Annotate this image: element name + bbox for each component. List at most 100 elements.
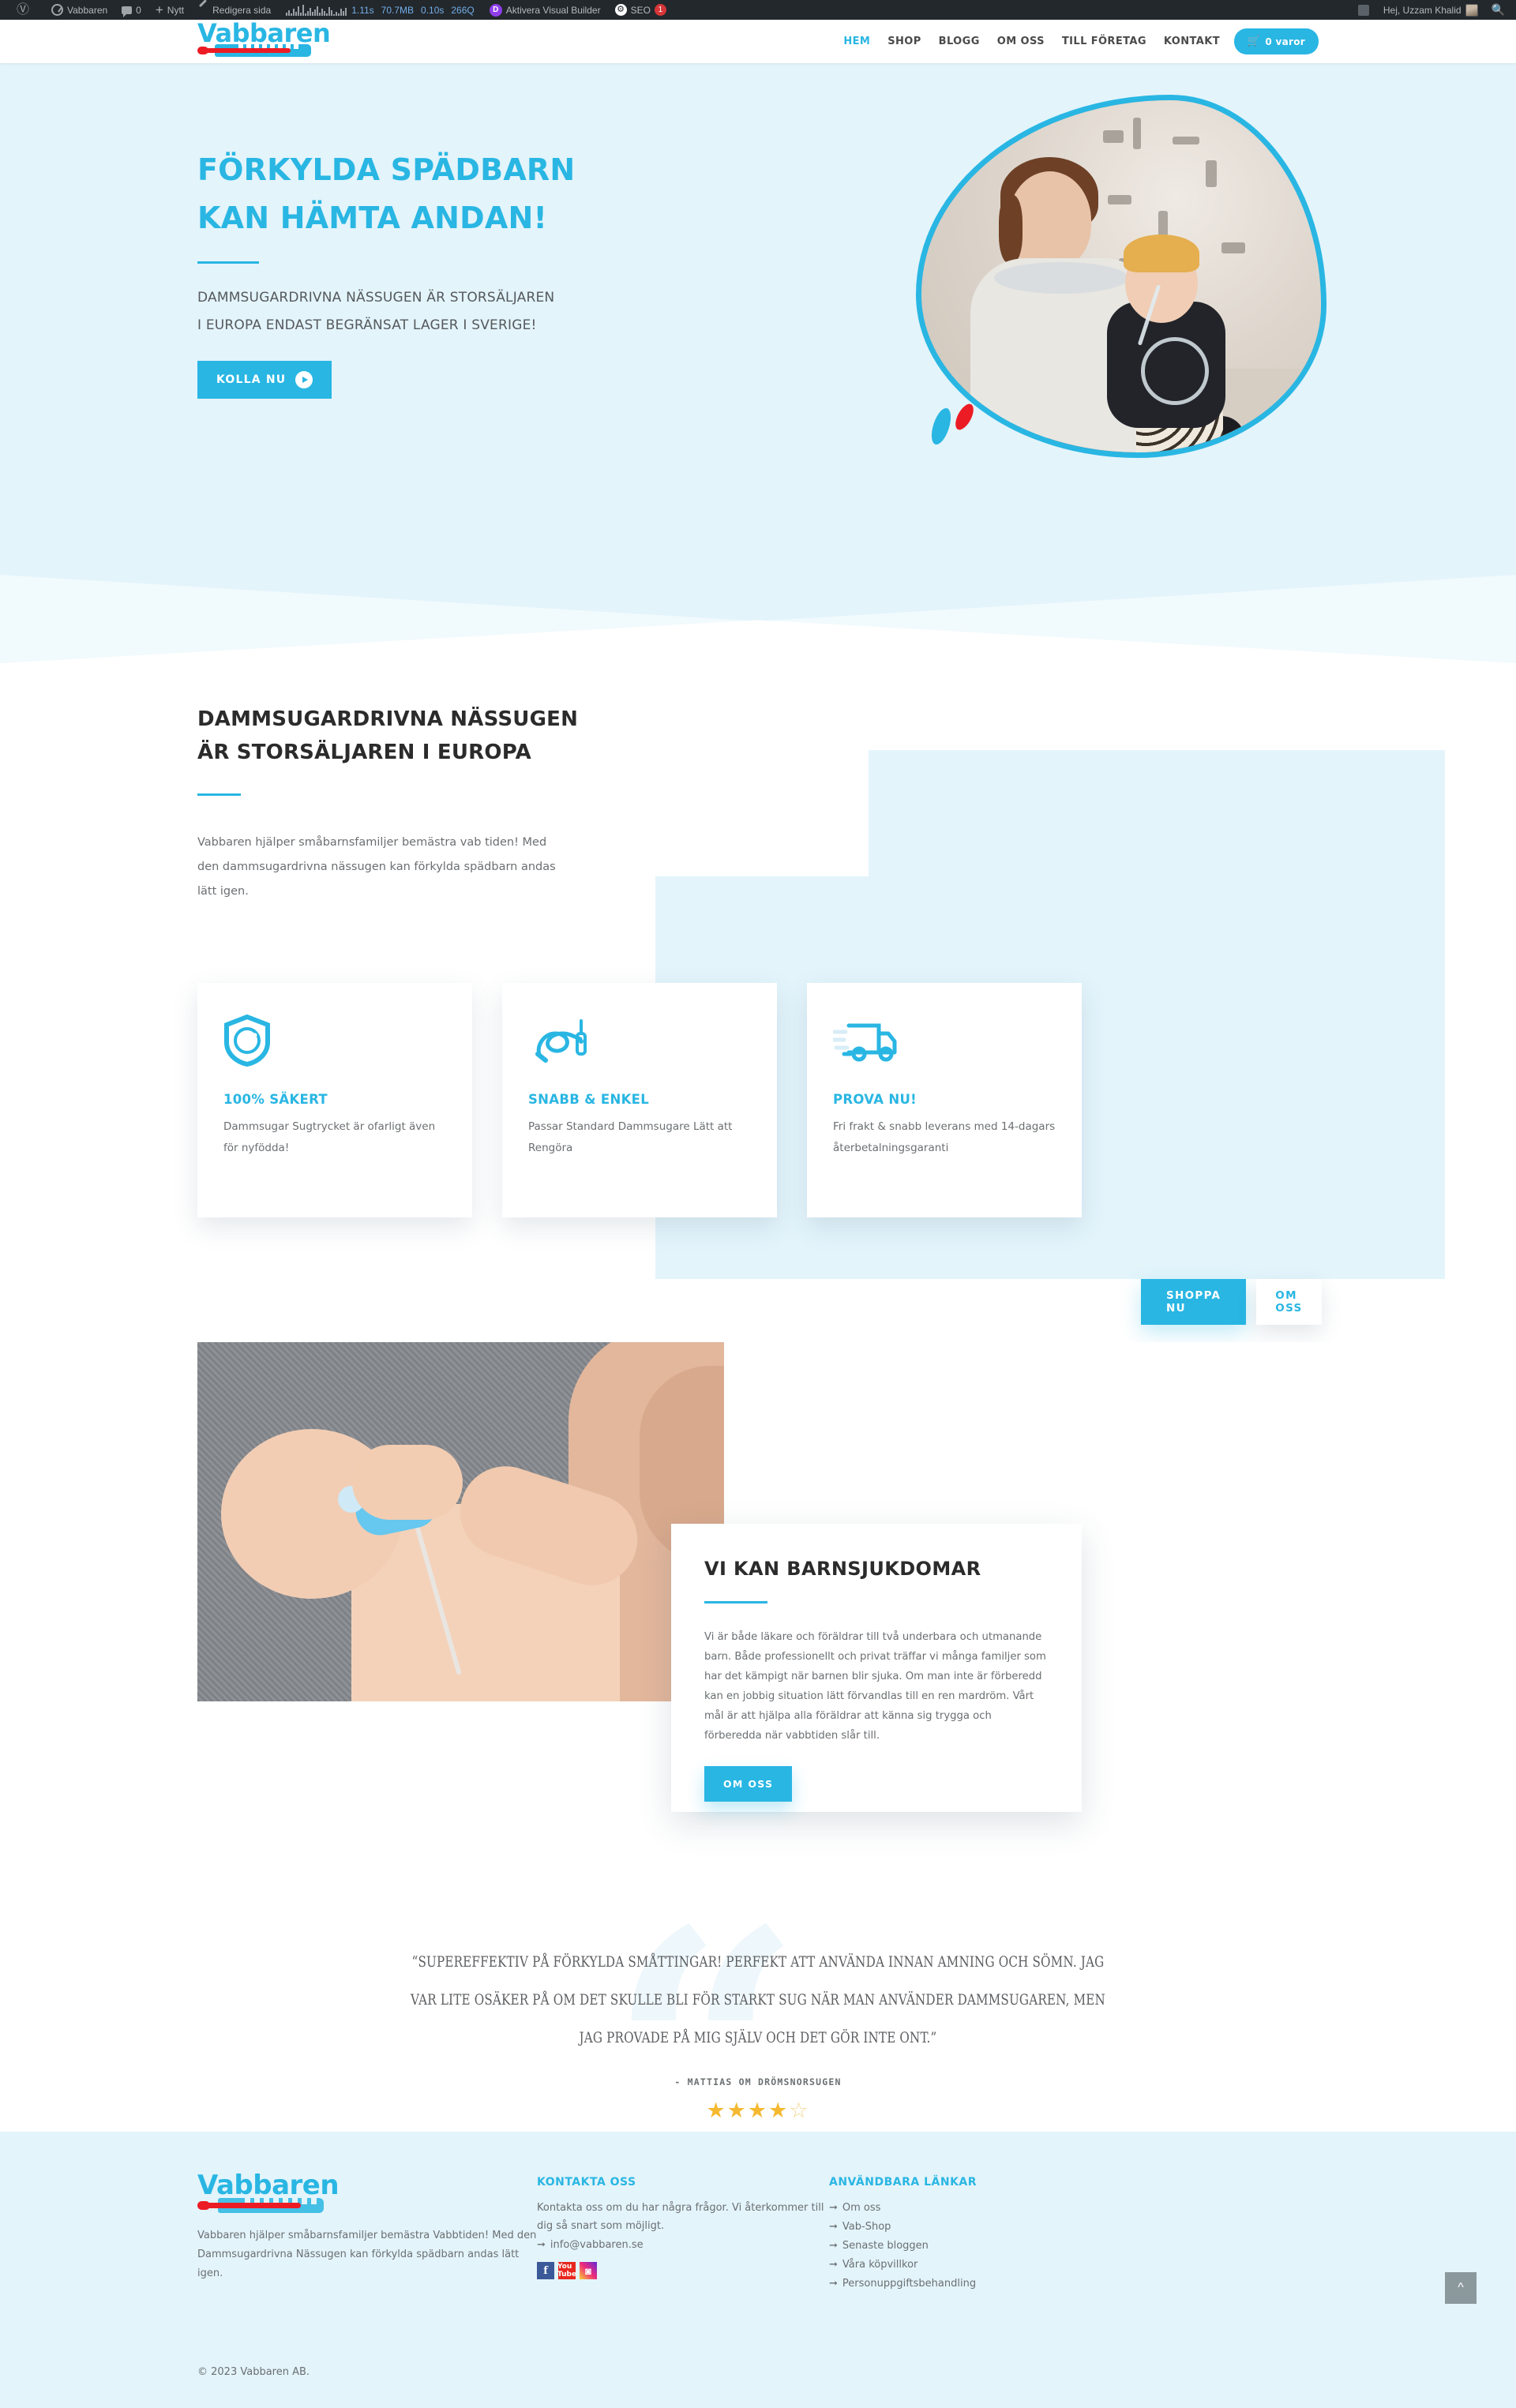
feature-card[interactable]: 100% SÄKERT Dammsugar Sugtrycket är ofar… (197, 983, 472, 1217)
nav-item-hem[interactable]: HEM (843, 36, 870, 47)
adminbar-visual-builder[interactable]: D Aktivera Visual Builder (482, 0, 608, 20)
adminbar-comment-count: 0 (136, 4, 141, 16)
footer-link-item[interactable]: ➞ Senaste bloggen (829, 2237, 1129, 2256)
feature-card-text: Dammsugar Sugtrycket är ofarligt även fö… (223, 1120, 436, 1154)
footer-links-column: ANVÄNDBARA LÄNKAR ➞ Om oss ➞ Vab-Shop ➞ Sen… (829, 2171, 1129, 2294)
footer-email-link[interactable]: ➞ info@vabbaren.se (537, 2239, 829, 2251)
star-empty: ☆ (789, 2099, 810, 2122)
nav-item-om-oss[interactable]: OM OSS (997, 36, 1045, 47)
star-filled: ★ (706, 2099, 727, 2122)
features-heading-line1: DAMMSUGARDRIVNA NÄSSUGEN (197, 707, 579, 731)
mother-holding-baby-photo (921, 100, 1321, 452)
hero-cta-label: KOLLA NU (216, 373, 287, 386)
qm-db-time: 0.10s (421, 4, 445, 16)
about-title: VI KAN BARNSJUKDOMAR (704, 1558, 981, 1580)
cart-button[interactable]: 🛒 0 varor (1233, 28, 1319, 54)
search-icon[interactable]: 🔍 (1485, 3, 1516, 17)
footer-contact-column: KONTAKTA OSS Kontakta oss om du har någr… (537, 2171, 829, 2294)
site-logo[interactable]: Vabbaren (197, 18, 331, 57)
query-monitor-graph[interactable] (278, 4, 351, 16)
footer-link-list: ➞ Om oss ➞ Vab-Shop ➞ Senaste bloggen ➞ Våra… (829, 2199, 1129, 2294)
adminbar-comments[interactable]: 0 (114, 0, 148, 20)
arrow-right-icon: ➞ (829, 2240, 838, 2252)
shoppa-nu-button[interactable]: SHOPPA NU (1141, 1279, 1247, 1325)
feature-card[interactable]: SNABB & ENKEL Passar Standard Dammsugare… (502, 983, 777, 1217)
nav-item-kontakt[interactable]: KONTAKT (1164, 36, 1220, 47)
rating-stars: ★★★★☆ (324, 2099, 1192, 2122)
hero-subtitle-line2: I EUROPA ENDAST BEGRÄNSAT LAGER I SVERIG… (197, 317, 537, 333)
feature-card-title: 100% SÄKERT (223, 1092, 328, 1107)
about-paragraph: Vi är både läkare och föräldrar till två… (704, 1631, 1046, 1742)
testimonial-quote-line2: VAR LITE OSÄKER PÅ OM DET SKULLE BLI FÖR… (411, 1992, 1105, 2009)
yoast-seo-icon: ⚙ (614, 4, 627, 16)
qm-queries: 266Q (451, 4, 475, 16)
footer-links-heading: ANVÄNDBARA LÄNKAR (829, 2176, 978, 2189)
hero-title-line1: FÖRKYLDA SPÄDBARN (197, 152, 576, 187)
hero-subtitle-line1: DAMMSUGARDRIVNA NÄSSUGEN ÄR STORSÄLJAREN (197, 290, 555, 306)
adminbar-edit-page[interactable]: Redigera sida (191, 0, 278, 20)
instagram-icon[interactable]: ◙ (580, 2262, 597, 2279)
about-divider-rule (704, 1601, 767, 1603)
feature-card-text: Fri frakt & snabb leverans med 14-dagars… (833, 1120, 1056, 1154)
adminbar-flag[interactable] (1351, 0, 1376, 20)
arrow-right-icon: ➞ (829, 2259, 838, 2271)
avatar (1465, 3, 1478, 17)
flag-icon (1357, 4, 1369, 16)
hero-copy: FÖRKYLDA SPÄDBARN KAN HÄMTA ANDAN! DAMMS… (197, 146, 640, 399)
logo-wordmark: Vabbaren (197, 18, 331, 48)
chevron-up-icon[interactable]: ^ (1445, 2272, 1477, 2304)
nav-item-shop[interactable]: SHOP (887, 36, 921, 47)
adminbar-wp-logo[interactable]: Ⓥ (0, 0, 44, 20)
footer-link-label: Vab-Shop (842, 2221, 891, 2233)
adminbar-new[interactable]: + Nytt (148, 0, 191, 20)
hero-section: FÖRKYLDA SPÄDBARN KAN HÄMTA ANDAN! DAMMS… (0, 63, 1516, 568)
query-monitor-stats[interactable]: 1.11s 70.7MB 0.10s 266Q (351, 5, 482, 16)
baby-nasal-aspirator-photo (197, 1342, 724, 1701)
about-section: VI KAN BARNSJUKDOMAR Vi är både läkare o… (0, 1342, 1516, 1895)
footer-link-item[interactable]: ➞ Om oss (829, 2199, 1129, 2218)
footer-link-item[interactable]: ➞ Våra köpvillkor (829, 2256, 1129, 2275)
feature-card-list: 100% SÄKERT Dammsugar Sugtrycket är ofar… (197, 983, 1082, 1217)
feature-card-title: SNABB & ENKEL (528, 1092, 650, 1107)
wordpress-icon: Ⓥ (17, 2, 30, 17)
section-divider-chevron (0, 553, 1516, 663)
adminbar-seo[interactable]: ⚙ SEO 1 (608, 0, 674, 20)
testimonial-quote-line3: JAG PROVADE PÅ MIG SJÄLV OCH DET GÖR INT… (579, 2030, 937, 2046)
footer-link-item[interactable]: ➞ Vab-Shop (829, 2218, 1129, 2237)
arrow-right-icon: ➞ (829, 2221, 838, 2233)
star-filled: ★ (726, 2099, 748, 2122)
arrow-right-icon: ➞ (537, 2239, 546, 2251)
hero-cta-button[interactable]: KOLLA NU (197, 361, 332, 399)
footer-social-links: f You Tube ◙ (537, 2262, 829, 2279)
pencil-icon (198, 5, 208, 15)
testimonial-section: “ “SUPEREFFEKTIV PÅ FÖRKYLDA SMÅTTINGAR!… (0, 1895, 1516, 2132)
features-button-row: SHOPPA NU OM OSS (1141, 1279, 1322, 1325)
footer-about-text: Vabbaren hjälper småbarnsfamiljer bemäst… (197, 2230, 537, 2279)
seo-label: SEO (630, 4, 651, 16)
features-divider-rule (197, 793, 241, 796)
plus-icon: + (155, 2, 163, 17)
features-paragraph: Vabbaren hjälper småbarnsfamiljer bemäst… (197, 836, 556, 898)
nav-item-blogg[interactable]: BLOGG (939, 36, 980, 47)
footer-link-item[interactable]: ➞ Personuppgiftsbehandling (829, 2275, 1129, 2294)
feature-card[interactable]: PROVA NU! Fri frakt & snabb leverans med… (807, 983, 1082, 1217)
about-om-oss-button[interactable]: OM OSS (704, 1766, 793, 1802)
adminbar-site-name[interactable]: Vabbaren (44, 0, 114, 20)
youtube-icon[interactable]: You Tube (557, 2262, 576, 2279)
footer-contact-text: Kontakta oss om du har några frågor. Vi … (537, 2202, 824, 2232)
star-filled: ★ (768, 2099, 790, 2122)
main-navigation: HEM SHOP BLOGG OM OSS TILL FÖRETAG KONTA… (843, 20, 1220, 63)
thermometer-icon (197, 2198, 324, 2213)
testimonial-quote-line1: “SUPEREFFEKTIV PÅ FÖRKYLDA SMÅTTINGAR! P… (411, 1954, 1105, 1971)
facebook-icon[interactable]: f (537, 2262, 554, 2279)
play-circle-icon (295, 371, 313, 388)
adminbar-account[interactable]: Hej, Uzzam Khalid (1376, 0, 1485, 20)
adminbar-howdy: Hej, Uzzam Khalid (1383, 4, 1462, 16)
site-footer: Vabbaren Vabbaren hjälper småbarnsfamilj… (0, 2132, 1516, 2408)
footer-email-text: info@vabbaren.se (550, 2239, 644, 2251)
footer-copyright: © 2023 Vabbaren AB. (197, 2366, 310, 2378)
om-oss-button[interactable]: OM OSS (1256, 1279, 1322, 1325)
features-section: DAMMSUGARDRIVNA NÄSSUGEN ÄR STORSÄLJAREN… (0, 663, 1516, 1342)
features-heading: DAMMSUGARDRIVNA NÄSSUGEN ÄR STORSÄLJAREN… (197, 703, 687, 769)
nav-item-till-foretag[interactable]: TILL FÖRETAG (1062, 36, 1146, 47)
